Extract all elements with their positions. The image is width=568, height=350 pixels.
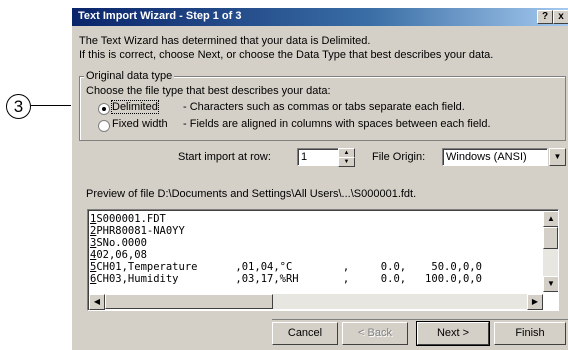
button-separator: [272, 319, 568, 320]
preview-row: 402,06,08: [90, 249, 147, 261]
vertical-scrollbar[interactable]: ▲ ▼: [543, 211, 558, 292]
scroll-right-icon[interactable]: ▶: [527, 294, 543, 310]
vertical-scroll-thumb[interactable]: [543, 227, 558, 249]
delimited-label[interactable]: Delimited: [111, 100, 159, 114]
close-button[interactable]: x: [553, 10, 568, 24]
cancel-button[interactable]: Cancel: [272, 322, 338, 345]
preview-pane[interactable]: 1S000001.FDT 2PHR80081-NA0YY 3SNo.0000 4…: [87, 209, 559, 311]
dialog-title: Text Import Wizard - Step 1 of 3: [78, 10, 242, 22]
callout-number: 3: [6, 94, 31, 119]
fixed-width-radio[interactable]: [98, 120, 110, 132]
title-bar: Text Import Wizard - Step 1 of 3 ? x: [72, 8, 568, 26]
scroll-up-icon[interactable]: ▲: [543, 211, 558, 227]
help-button[interactable]: ?: [537, 10, 553, 24]
file-origin-select[interactable]: Windows (ANSI): [442, 148, 548, 166]
horizontal-scroll-thumb[interactable]: [105, 294, 273, 309]
preview-row: 2PHR80081-NA0YY: [90, 225, 185, 237]
chevron-down-icon[interactable]: ▼: [549, 148, 566, 166]
text-import-wizard-dialog: Text Import Wizard - Step 1 of 3 ? x The…: [71, 7, 568, 350]
spin-down-button[interactable]: ▼: [338, 157, 355, 167]
intro-line-1: The Text Wizard has determined that your…: [79, 35, 371, 47]
file-origin-value: Windows (ANSI): [446, 151, 527, 163]
fixed-width-description: - Fields are aligned in columns with spa…: [183, 118, 491, 130]
start-row-input[interactable]: 1: [297, 148, 339, 166]
preview-row: 5CH01,Temperature ,01,04,°C , 0.0, 50.0,…: [90, 261, 482, 273]
intro-line-2: If this is correct, choose Next, or choo…: [79, 49, 494, 61]
finish-button[interactable]: Finish: [494, 322, 566, 345]
delimited-radio[interactable]: [98, 103, 110, 115]
preview-row: 3SNo.0000: [90, 237, 147, 249]
fixed-width-label[interactable]: Fixed width: [112, 118, 168, 130]
back-button[interactable]: < Back: [342, 322, 408, 345]
preview-row: 6CH03,Humidity ,03,17,%RH , 0.0, 100.0,0…: [90, 273, 482, 285]
preview-row: 1S000001.FDT: [90, 213, 166, 225]
file-type-prompt: Choose the file type that best describes…: [86, 85, 331, 97]
start-row-value: 1: [301, 151, 308, 163]
scroll-left-icon[interactable]: ◀: [89, 294, 105, 310]
file-origin-label: File Origin:: [372, 151, 426, 163]
next-button[interactable]: Next >: [416, 321, 490, 346]
horizontal-scrollbar[interactable]: ◀ ▶: [89, 294, 543, 310]
delimited-description: - Characters such as commas or tabs sepa…: [183, 101, 465, 113]
preview-label: Preview of file D:\Documents and Setting…: [86, 188, 417, 200]
group-label: Original data type: [84, 70, 175, 82]
scroll-down-icon[interactable]: ▼: [543, 276, 558, 292]
start-row-label: Start import at row:: [178, 151, 271, 163]
